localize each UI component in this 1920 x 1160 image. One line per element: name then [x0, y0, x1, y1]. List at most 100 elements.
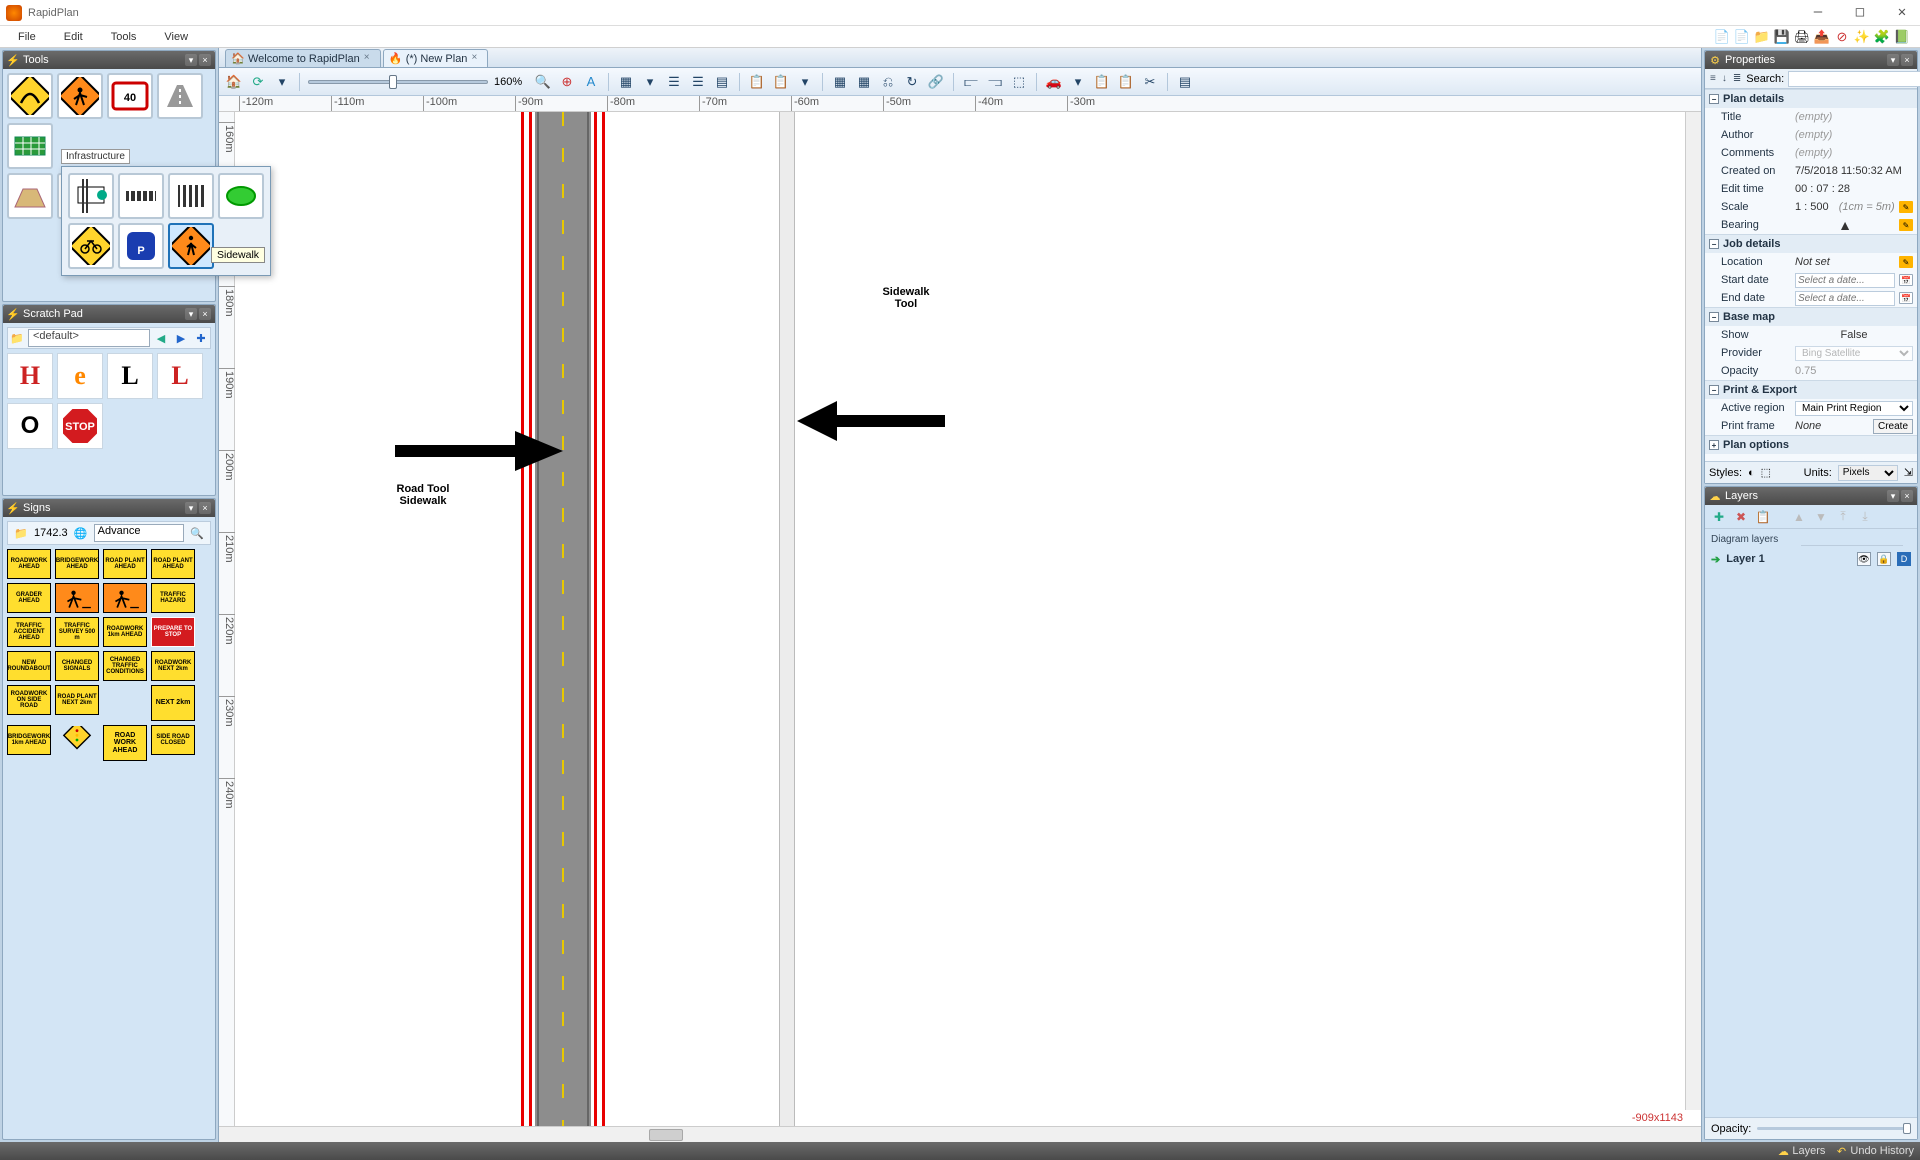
- section-plan-details[interactable]: −Plan details: [1705, 90, 1917, 108]
- flag-icon[interactable]: ▾: [641, 73, 659, 91]
- sign-item[interactable]: GRADER AHEAD: [7, 583, 51, 613]
- horizontal-scrollbar[interactable]: [219, 1126, 1701, 1142]
- infra-parking[interactable]: P: [118, 223, 164, 269]
- qa-new2-icon[interactable]: 📄: [1734, 29, 1750, 45]
- scratchpad-group-select[interactable]: <default>: [28, 329, 150, 347]
- layer-up-button[interactable]: ▲: [1791, 509, 1807, 525]
- sign-item[interactable]: TRAFFIC ACCIDENT AHEAD: [7, 617, 51, 647]
- bearing-edit-icon[interactable]: ✎: [1899, 219, 1913, 231]
- qa-wizard-icon[interactable]: ✨: [1854, 29, 1870, 45]
- signs-globe-icon[interactable]: 🌐: [72, 524, 90, 542]
- sign-item[interactable]: ROAD WORK AHEAD: [103, 725, 147, 761]
- zoom-slider[interactable]: [308, 80, 488, 84]
- layer-down-button[interactable]: ▼: [1813, 509, 1829, 525]
- minimize-button[interactable]: —: [1806, 3, 1830, 23]
- sign-item[interactable]: CHANGED TRAFFIC CONDITIONS: [103, 651, 147, 681]
- remove-layer-button[interactable]: ✖: [1733, 509, 1749, 525]
- layer-lock-icon[interactable]: 🔒: [1877, 552, 1891, 566]
- sign-item[interactable]: [55, 725, 99, 755]
- scratchpad-folder-icon[interactable]: 📁: [8, 329, 26, 347]
- sign-item[interactable]: NEXT 2km: [151, 685, 195, 721]
- vertical-scrollbar[interactable]: [1685, 112, 1701, 1110]
- qa-print-icon[interactable]: 🖨: [1794, 29, 1810, 45]
- layers-icon[interactable]: ▤: [1176, 73, 1194, 91]
- sign-item[interactable]: ROADWORK AHEAD: [7, 549, 51, 579]
- layer-row[interactable]: ➔ Layer 1 👁 🔒 D: [1711, 549, 1911, 569]
- panel-pin-button[interactable]: ▾: [185, 502, 197, 514]
- prop-sort3-button[interactable]: ≣: [1732, 72, 1742, 86]
- props-icon[interactable]: ▤: [713, 73, 731, 91]
- signs-filter[interactable]: Advance: [94, 524, 184, 542]
- link-icon[interactable]: 🔗: [927, 73, 945, 91]
- panel-close-button[interactable]: ×: [1901, 490, 1913, 502]
- tool-devices[interactable]: [7, 173, 53, 219]
- align1-icon[interactable]: ⫍: [962, 73, 980, 91]
- qa-new-icon[interactable]: 📄: [1714, 29, 1730, 45]
- refresh-button[interactable]: ⟳: [249, 73, 267, 91]
- qa-help-icon[interactable]: 📗: [1894, 29, 1910, 45]
- canvas[interactable]: Road Tool Sidewalk Sidewalk Tool -909x11…: [235, 112, 1701, 1126]
- active-region-select[interactable]: Main Print Region: [1795, 401, 1913, 416]
- layer-default-icon[interactable]: D: [1897, 552, 1911, 566]
- units-detach-icon[interactable]: ⇲: [1904, 466, 1913, 479]
- infra-sidewalk[interactable]: [168, 223, 214, 269]
- sign-item[interactable]: CHANGED SIGNALS: [55, 651, 99, 681]
- dup3-icon[interactable]: 📋: [1093, 73, 1111, 91]
- panel-pin-button[interactable]: ▾: [185, 54, 197, 66]
- dropdown-button[interactable]: ▾: [273, 73, 291, 91]
- road-object[interactable]: [535, 112, 591, 1126]
- dup-layer-button[interactable]: 📋: [1755, 509, 1771, 525]
- sign-item[interactable]: SIDE ROAD CLOSED: [151, 725, 195, 755]
- create-frame-button[interactable]: Create: [1873, 419, 1913, 434]
- section-job-details[interactable]: −Job details: [1705, 235, 1917, 253]
- menu-edit[interactable]: Edit: [50, 28, 97, 46]
- sign-item[interactable]: ROADWORK 1km AHEAD: [103, 617, 147, 647]
- sign-item[interactable]: ROADWORK ON SIDE ROAD: [7, 685, 51, 715]
- section-base-map[interactable]: −Base map: [1705, 308, 1917, 326]
- provider-select[interactable]: Bing Satellite: [1795, 346, 1913, 361]
- panel-close-button[interactable]: ×: [199, 502, 211, 514]
- infra-island[interactable]: [218, 173, 264, 219]
- group-icon[interactable]: ▦: [831, 73, 849, 91]
- start-date-picker-icon[interactable]: 📅: [1899, 274, 1913, 286]
- sidewalk-object[interactable]: [779, 112, 795, 1126]
- add-layer-button[interactable]: ✚: [1711, 509, 1727, 525]
- layer-top-button[interactable]: ⤒: [1835, 509, 1851, 525]
- grid-icon[interactable]: ▦: [617, 73, 635, 91]
- maximize-button[interactable]: □: [1848, 3, 1872, 23]
- panel-close-button[interactable]: ×: [199, 308, 211, 320]
- qa-plugin-icon[interactable]: 🧩: [1874, 29, 1890, 45]
- tab-close-button[interactable]: ×: [471, 54, 481, 64]
- infra-bicycle[interactable]: [68, 223, 114, 269]
- end-date-picker-icon[interactable]: 📅: [1899, 292, 1913, 304]
- panel-close-button[interactable]: ×: [199, 54, 211, 66]
- list2-icon[interactable]: ☰: [689, 73, 707, 91]
- scratchpad-add-icon[interactable]: ✚: [192, 329, 210, 347]
- panel-pin-button[interactable]: ▾: [1887, 54, 1899, 66]
- sign-item[interactable]: ROAD PLANT NEXT 2km: [55, 685, 99, 715]
- tab-close-button[interactable]: ×: [364, 54, 374, 64]
- scratchpad-next-icon[interactable]: ▶: [172, 329, 190, 347]
- section-print-export[interactable]: −Print & Export: [1705, 381, 1917, 399]
- qa-open-icon[interactable]: 📁: [1754, 29, 1770, 45]
- units-select[interactable]: Pixels: [1838, 465, 1898, 481]
- list1-icon[interactable]: ☰: [665, 73, 683, 91]
- scratch-item[interactable]: L: [107, 353, 153, 399]
- rotate-icon[interactable]: ↻: [903, 73, 921, 91]
- scratch-item-stop[interactable]: STOP: [57, 403, 103, 449]
- scratch-item[interactable]: H: [7, 353, 53, 399]
- cut-icon[interactable]: ✂: [1141, 73, 1159, 91]
- tool-road[interactable]: [157, 73, 203, 119]
- paste-icon[interactable]: 📋: [772, 73, 790, 91]
- tool-infrastructure[interactable]: [7, 123, 53, 169]
- sign-item[interactable]: [55, 583, 99, 613]
- text-icon[interactable]: A: [582, 73, 600, 91]
- style-swatch-icon[interactable]: ◐: [1748, 467, 1755, 479]
- qa-export-icon[interactable]: 📤: [1814, 29, 1830, 45]
- prop-sort2-button[interactable]: ↓: [1721, 72, 1728, 86]
- menu-file[interactable]: File: [4, 28, 50, 46]
- scratch-item[interactable]: e: [57, 353, 103, 399]
- ungroup-icon[interactable]: ▦: [855, 73, 873, 91]
- infra-grass[interactable]: [68, 173, 114, 219]
- infra-crosswalk[interactable]: [168, 173, 214, 219]
